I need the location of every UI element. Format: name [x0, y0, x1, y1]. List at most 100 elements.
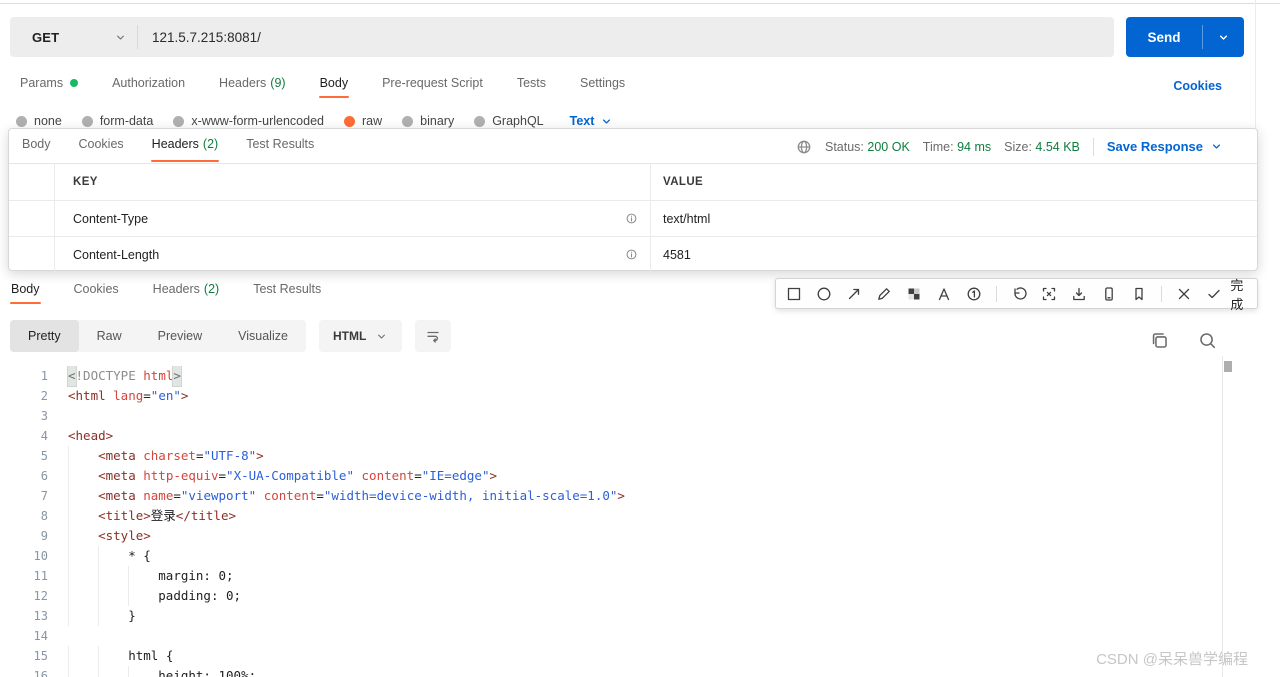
- tab-headers[interactable]: Headers (2): [150, 129, 220, 162]
- copy-icon: [1150, 331, 1172, 350]
- url-input[interactable]: 121.5.7.215:8081/: [138, 30, 1114, 45]
- toolbar-divider: [996, 285, 997, 302]
- body-type-form-data[interactable]: form-data: [81, 114, 153, 128]
- save-response-button[interactable]: Save Response: [1107, 139, 1223, 154]
- response-body-code[interactable]: 1 < !DOCTYPE html > 2 <html lang = "en" > 3 4 <head…: [0, 366, 1222, 677]
- code-text: margin: 0;: [68, 566, 234, 586]
- ellipse-tool-icon: [816, 286, 832, 302]
- tab-cookies[interactable]: Cookies: [78, 129, 125, 161]
- text-tool-button[interactable]: [936, 286, 952, 302]
- body-type-label: raw: [362, 114, 383, 128]
- view-mode-preview[interactable]: Preview: [140, 320, 220, 352]
- indent-guide: [128, 566, 158, 586]
- tab-body[interactable]: Body: [318, 70, 350, 101]
- time-value: 94 ms: [957, 139, 992, 154]
- scrollbar-thumb[interactable]: [1224, 361, 1232, 372]
- wrap-line-button[interactable]: [415, 320, 452, 352]
- tab-cookies[interactable]: Cookies: [73, 276, 120, 307]
- arrow-tool-button[interactable]: [846, 286, 862, 302]
- tab-params[interactable]: Params: [19, 70, 79, 101]
- undo-button[interactable]: [1011, 286, 1027, 302]
- ellipse-tool-button[interactable]: [816, 286, 832, 302]
- line-number: 4: [40, 429, 48, 443]
- key-header: KEY: [55, 164, 651, 200]
- unsaved-changes-dot: [70, 79, 79, 87]
- radio-graphql[interactable]: [474, 115, 486, 127]
- undo-icon: [1011, 286, 1027, 302]
- tab-body[interactable]: Body: [10, 276, 41, 307]
- key-cell: Content-Type: [55, 201, 651, 236]
- language-select[interactable]: HTML: [318, 320, 403, 352]
- copy-button[interactable]: [1150, 329, 1172, 351]
- pen-tool-button[interactable]: [876, 286, 892, 302]
- raw-format-select[interactable]: Text: [570, 114, 614, 128]
- chevron-down-icon: [1217, 31, 1230, 44]
- code-line: 1 < !DOCTYPE html >: [0, 366, 1222, 387]
- tab-label: Headers: [219, 76, 267, 90]
- mosaic-tool-button[interactable]: [906, 286, 922, 302]
- indent-guide: [68, 446, 98, 466]
- body-type-raw[interactable]: raw: [344, 114, 382, 128]
- tab-headers[interactable]: Headers (2): [152, 276, 221, 307]
- send-label: Send: [1147, 29, 1181, 45]
- tab-headers[interactable]: Headers (9): [218, 70, 287, 101]
- download-button[interactable]: [1071, 286, 1087, 302]
- view-mode-visualize[interactable]: Visualize: [220, 320, 306, 352]
- value-cell: 4581: [663, 247, 691, 262]
- chevron-down-icon: [375, 330, 388, 343]
- tab-label: Authorization: [112, 76, 186, 90]
- body-type-x-www-form-urlencoded[interactable]: x-www-form-urlencoded: [173, 114, 324, 128]
- pin-button[interactable]: [1101, 286, 1117, 302]
- value-cell: text/html: [663, 211, 711, 226]
- ocr-button[interactable]: [1041, 286, 1057, 302]
- headers-table: KEY VALUE Content-Type text/html Content-Len…: [9, 164, 1257, 272]
- text-tool-icon: [936, 286, 952, 302]
- line-number: 10: [33, 549, 48, 563]
- bookmark-icon: [1131, 286, 1147, 302]
- method-select[interactable]: GET: [10, 17, 137, 57]
- tab-count: (2): [203, 282, 220, 296]
- size-field: Size: 4.54 KB: [1004, 139, 1080, 154]
- tab-test-results[interactable]: Test Results: [245, 129, 315, 161]
- done-check-button[interactable]: 完成: [1206, 275, 1247, 313]
- radio-form-data[interactable]: [81, 115, 93, 127]
- indent-guide: [98, 646, 128, 666]
- tab-label: Params: [20, 76, 64, 90]
- table-header-row: KEY VALUE: [9, 164, 1257, 200]
- line-number: 6: [40, 469, 48, 483]
- chevron-down-icon: [1210, 140, 1223, 153]
- radio-binary[interactable]: [402, 115, 414, 127]
- bookmark-button[interactable]: [1131, 286, 1147, 302]
- tab-test-results[interactable]: Test Results: [252, 276, 322, 307]
- body-type-graphql[interactable]: GraphQL: [474, 114, 544, 128]
- tab-authorization[interactable]: Authorization: [111, 70, 186, 101]
- view-mode-pretty[interactable]: Pretty: [10, 320, 79, 352]
- search-button[interactable]: [1198, 329, 1220, 351]
- line-number: 2: [40, 389, 48, 403]
- code-text: <meta charset = "UTF-8" >: [68, 446, 264, 466]
- line-number: 12: [33, 589, 48, 603]
- tab-settings[interactable]: Settings: [579, 70, 626, 101]
- response-tabs: Body Cookies Headers (2) Test Results: [21, 129, 315, 162]
- language-label: HTML: [332, 329, 367, 343]
- indent-guide: [98, 666, 128, 677]
- response-meta: Status: 200 OK Time: 94 ms Size: 4.54 KB…: [796, 129, 1223, 164]
- body-type-binary[interactable]: binary: [402, 114, 454, 128]
- radio-none[interactable]: [16, 115, 27, 127]
- body-type-none[interactable]: none: [16, 114, 62, 128]
- view-mode-raw[interactable]: Raw: [79, 320, 140, 352]
- cookies-link[interactable]: Cookies: [1173, 79, 1222, 93]
- postman-window: { "colors": { "accent_orange": "#ff6c37"…: [0, 0, 1280, 677]
- code-line: 12 padding: 0;: [0, 586, 1222, 606]
- tab-body[interactable]: Body: [21, 129, 52, 161]
- code-text: <title> 登录 </title>: [68, 506, 236, 526]
- rectangle-tool-button[interactable]: [786, 286, 802, 302]
- radio-raw[interactable]: [344, 115, 355, 127]
- close-button[interactable]: [1176, 286, 1192, 302]
- tab-pre-request-script[interactable]: Pre-request Script: [381, 70, 484, 101]
- send-button[interactable]: Send: [1126, 17, 1244, 57]
- step-number-tool-button[interactable]: [966, 286, 982, 302]
- tab-tests[interactable]: Tests: [516, 70, 547, 101]
- response-view-bar: Pretty Raw Preview Visualize HTML: [10, 320, 452, 352]
- radio-x-www-form-urlencoded[interactable]: [173, 115, 185, 127]
